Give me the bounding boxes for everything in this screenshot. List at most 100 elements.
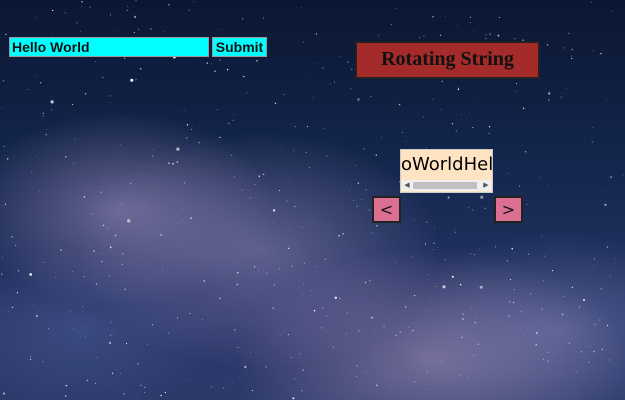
star bbox=[219, 297, 221, 299]
star bbox=[568, 342, 570, 344]
star bbox=[606, 190, 607, 191]
star bbox=[251, 319, 253, 321]
star bbox=[294, 126, 296, 128]
star bbox=[16, 292, 19, 294]
star bbox=[451, 123, 453, 125]
submit-button[interactable]: Submit bbox=[212, 37, 267, 57]
star bbox=[111, 372, 114, 375]
star bbox=[425, 388, 427, 390]
star bbox=[349, 190, 350, 191]
star bbox=[395, 334, 397, 337]
star bbox=[40, 82, 42, 84]
star bbox=[211, 63, 212, 65]
star bbox=[508, 301, 511, 303]
star bbox=[182, 219, 183, 220]
star bbox=[334, 81, 336, 83]
star bbox=[52, 9, 54, 12]
star bbox=[301, 390, 303, 392]
star bbox=[601, 348, 603, 350]
star bbox=[11, 306, 14, 309]
star bbox=[74, 138, 76, 140]
text-input[interactable] bbox=[9, 37, 209, 57]
star bbox=[543, 358, 545, 360]
star bbox=[468, 207, 470, 209]
star bbox=[322, 67, 324, 69]
next-button[interactable]: > bbox=[494, 196, 523, 223]
star bbox=[489, 33, 491, 35]
star bbox=[124, 57, 126, 59]
star bbox=[604, 203, 607, 206]
star bbox=[163, 270, 164, 271]
scrollbar-thumb[interactable] bbox=[413, 182, 477, 189]
star bbox=[588, 361, 590, 364]
star bbox=[354, 165, 356, 166]
star bbox=[399, 15, 401, 17]
star bbox=[544, 255, 546, 257]
star bbox=[109, 14, 111, 16]
star bbox=[433, 242, 435, 244]
star bbox=[120, 373, 122, 375]
star bbox=[477, 343, 479, 345]
star bbox=[476, 133, 478, 134]
previous-button[interactable]: < bbox=[372, 196, 401, 223]
star bbox=[578, 306, 581, 308]
star bbox=[591, 141, 593, 143]
star bbox=[356, 205, 358, 208]
star bbox=[459, 374, 461, 376]
star bbox=[329, 83, 331, 85]
star bbox=[222, 387, 225, 389]
star bbox=[315, 33, 318, 35]
star bbox=[546, 44, 549, 46]
star bbox=[266, 272, 268, 274]
star bbox=[66, 135, 68, 137]
star bbox=[111, 386, 113, 387]
star bbox=[530, 293, 532, 295]
star bbox=[606, 98, 608, 100]
star bbox=[244, 365, 247, 369]
star bbox=[306, 125, 308, 128]
star bbox=[233, 114, 234, 116]
star bbox=[91, 213, 93, 215]
star bbox=[162, 31, 164, 32]
star bbox=[84, 93, 87, 95]
triangle-left-icon[interactable]: ◀ bbox=[402, 180, 412, 191]
star bbox=[135, 0, 137, 1]
star bbox=[135, 79, 137, 81]
star bbox=[81, 325, 83, 327]
star bbox=[469, 16, 472, 18]
triangle-right-icon[interactable]: ▶ bbox=[481, 180, 491, 191]
star bbox=[1, 107, 3, 109]
star bbox=[395, 261, 397, 263]
star bbox=[122, 253, 124, 255]
star bbox=[172, 163, 174, 165]
star bbox=[81, 6, 83, 8]
star bbox=[497, 34, 500, 37]
star bbox=[515, 90, 517, 92]
star bbox=[236, 283, 238, 286]
star bbox=[253, 266, 256, 268]
star bbox=[150, 28, 152, 30]
star bbox=[65, 384, 68, 387]
star bbox=[412, 329, 414, 332]
star bbox=[238, 262, 239, 263]
star bbox=[274, 102, 277, 105]
star bbox=[563, 47, 565, 49]
star bbox=[125, 342, 128, 344]
star bbox=[466, 239, 468, 241]
star bbox=[228, 122, 230, 124]
star bbox=[302, 283, 304, 285]
star bbox=[102, 76, 104, 79]
star bbox=[444, 259, 446, 261]
star bbox=[514, 38, 516, 40]
star bbox=[454, 229, 456, 231]
star bbox=[305, 73, 307, 75]
star bbox=[32, 304, 34, 306]
star bbox=[279, 334, 281, 335]
star bbox=[610, 176, 612, 178]
star bbox=[64, 12, 66, 14]
star bbox=[237, 272, 239, 274]
horizontal-scrollbar[interactable]: ◀ ▶ bbox=[402, 180, 491, 191]
star bbox=[527, 253, 530, 255]
star bbox=[376, 384, 378, 386]
star bbox=[314, 63, 316, 65]
